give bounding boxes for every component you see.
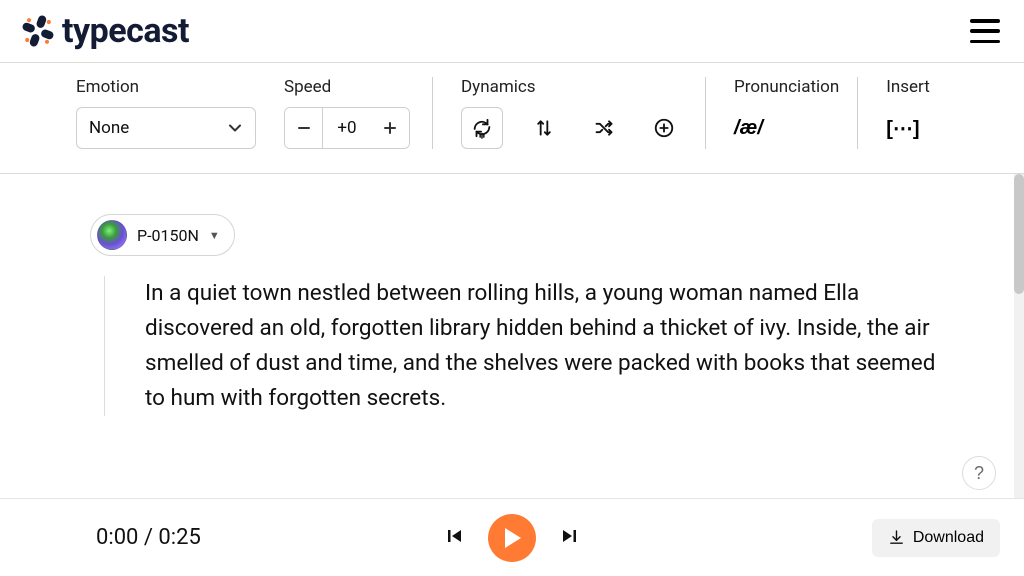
- emotion-label: Emotion: [76, 77, 256, 97]
- caret-down-icon: ▼: [209, 229, 220, 242]
- voice-name: P-0150N: [137, 226, 199, 245]
- phonetic-icon: /æ/: [734, 117, 763, 140]
- speed-label: Speed: [284, 77, 410, 97]
- emotion-section: Emotion None: [76, 77, 284, 149]
- paragraph-text[interactable]: In a quiet town nestled between rolling …: [145, 276, 939, 416]
- play-icon: [502, 527, 522, 549]
- regenerate-button[interactable]: [461, 107, 503, 149]
- insert-section: Insert [⋯]: [886, 77, 958, 149]
- logo-icon: [20, 13, 56, 49]
- help-icon: ?: [974, 463, 984, 484]
- skip-next-icon: [558, 524, 582, 548]
- insert-button[interactable]: [⋯]: [886, 107, 919, 149]
- pitch-icon: [534, 118, 554, 138]
- minus-icon: [297, 121, 311, 135]
- insert-label: Insert: [886, 77, 930, 97]
- voice-selector[interactable]: P-0150N ▼: [90, 214, 235, 256]
- menu-button[interactable]: [970, 19, 1000, 43]
- speed-stepper: +0: [284, 107, 410, 149]
- speed-decrease-button[interactable]: [285, 108, 323, 148]
- speed-section: Speed +0: [284, 77, 433, 149]
- scrollbar-thumb[interactable]: [1014, 174, 1024, 294]
- play-button[interactable]: [488, 514, 536, 562]
- download-icon: [888, 529, 905, 546]
- pitch-button[interactable]: [525, 107, 563, 149]
- avatar: [97, 220, 127, 250]
- speed-value: +0: [323, 108, 371, 148]
- dynamics-section: Dynamics: [461, 77, 706, 149]
- brand-name: typecast: [62, 11, 189, 51]
- pronunciation-button[interactable]: /æ/: [734, 107, 763, 149]
- pronunciation-label: Pronunciation: [734, 77, 839, 97]
- download-button[interactable]: Download: [872, 519, 1000, 557]
- plus-circle-icon: [653, 117, 675, 139]
- regenerate-icon: [471, 117, 493, 139]
- time-display: 0:00 / 0:25: [96, 525, 201, 550]
- next-button[interactable]: [554, 520, 586, 555]
- dynamics-label: Dynamics: [461, 77, 683, 97]
- scrollbar-track[interactable]: [1014, 174, 1024, 498]
- chevron-down-icon: [227, 120, 243, 136]
- logo[interactable]: typecast: [20, 11, 189, 51]
- emotion-value: None: [89, 118, 129, 138]
- toolbar: Emotion None Speed +0 Dynamics: [0, 62, 1024, 174]
- emotion-select[interactable]: None: [76, 107, 256, 149]
- add-dynamic-button[interactable]: [645, 107, 683, 149]
- total-time: 0:25: [158, 525, 200, 550]
- shuffle-icon: [594, 118, 614, 138]
- header: typecast: [0, 0, 1024, 62]
- text-block: In a quiet town nestled between rolling …: [104, 276, 939, 416]
- plus-icon: [383, 121, 397, 135]
- shuffle-button[interactable]: [585, 107, 623, 149]
- previous-button[interactable]: [438, 520, 470, 555]
- editor: P-0150N ▼ In a quiet town nestled betwee…: [0, 174, 1024, 498]
- current-time: 0:00: [96, 525, 138, 550]
- pronunciation-section: Pronunciation /æ/: [734, 77, 858, 149]
- insert-icon: [⋯]: [886, 116, 919, 141]
- download-label: Download: [913, 529, 984, 547]
- skip-previous-icon: [442, 524, 466, 548]
- player-bar: 0:00 / 0:25 Download: [0, 498, 1024, 576]
- speed-increase-button[interactable]: [371, 108, 409, 148]
- help-button[interactable]: ?: [962, 456, 996, 490]
- transport-controls: [438, 514, 586, 562]
